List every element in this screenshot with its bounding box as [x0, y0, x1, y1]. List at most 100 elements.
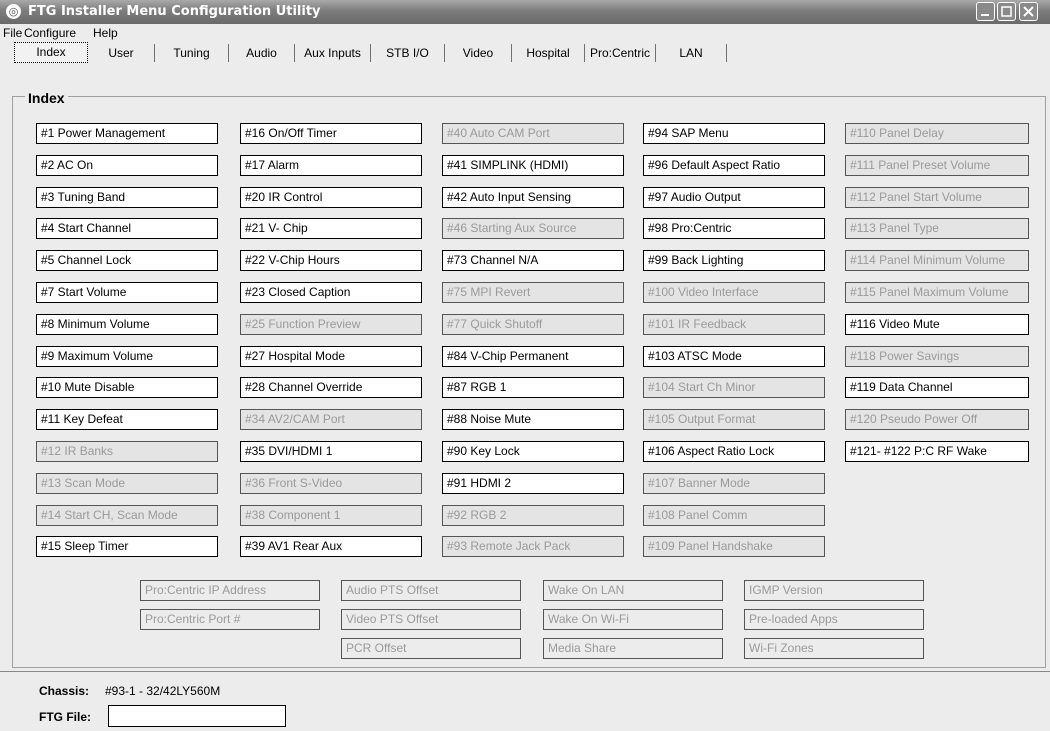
- chassis-label: Chassis:: [39, 684, 90, 698]
- index-item-button[interactable]: #106 Aspect Ratio Lock: [643, 441, 825, 462]
- tab-hospital[interactable]: Hospital: [512, 44, 585, 62]
- index-item-button[interactable]: #5 Channel Lock: [36, 250, 218, 271]
- index-item-button[interactable]: #103 ATSC Mode: [643, 346, 825, 367]
- extra-setting-button[interactable]: Pro:Centric IP Address: [140, 580, 320, 601]
- index-item-button[interactable]: #94 SAP Menu: [643, 123, 825, 144]
- index-item-button[interactable]: #27 Hospital Mode: [240, 346, 422, 367]
- index-item-button[interactable]: #9 Maximum Volume: [36, 346, 218, 367]
- index-item-button[interactable]: #41 SIMPLINK (HDMI): [442, 155, 624, 176]
- tab-audio[interactable]: Audio: [229, 44, 295, 62]
- index-item-button[interactable]: #108 Panel Comm: [643, 505, 825, 526]
- index-item-button[interactable]: #12 IR Banks: [36, 441, 218, 462]
- index-item-button[interactable]: #110 Panel Delay: [845, 123, 1029, 144]
- index-item-button[interactable]: #46 Starting Aux Source: [442, 218, 624, 239]
- tab-pro-centric[interactable]: Pro:Centric: [585, 44, 656, 62]
- index-item-button[interactable]: #91 HDMI 2: [442, 473, 624, 494]
- index-item-button[interactable]: #118 Power Savings: [845, 346, 1029, 367]
- index-item-button[interactable]: #92 RGB 2: [442, 505, 624, 526]
- index-item-button[interactable]: #105 Output Format: [643, 409, 825, 430]
- index-item-button[interactable]: #100 Video Interface: [643, 282, 825, 303]
- index-item-button[interactable]: #8 Minimum Volume: [36, 314, 218, 335]
- ftg-file-field[interactable]: [108, 705, 286, 727]
- index-item-button[interactable]: #42 Auto Input Sensing: [442, 187, 624, 208]
- maximize-button[interactable]: [997, 2, 1016, 21]
- index-item-button[interactable]: #120 Pseudo Power Off: [845, 409, 1029, 430]
- index-item-button[interactable]: #25 Function Preview: [240, 314, 422, 335]
- extra-setting-button[interactable]: Video PTS Offset: [341, 609, 521, 630]
- extra-setting-button[interactable]: Wi-Fi Zones: [744, 638, 924, 659]
- index-item-button[interactable]: #10 Mute Disable: [36, 377, 218, 398]
- extra-setting-button[interactable]: PCR Offset: [341, 638, 521, 659]
- index-item-button[interactable]: #111 Panel Preset Volume: [845, 155, 1029, 176]
- extra-setting-button[interactable]: Pre-loaded Apps: [744, 609, 924, 630]
- index-item-button[interactable]: #115 Panel Maximum Volume: [845, 282, 1029, 303]
- index-item-button[interactable]: #40 Auto CAM Port: [442, 123, 624, 144]
- index-item-button[interactable]: #28 Channel Override: [240, 377, 422, 398]
- index-item-button[interactable]: #16 On/Off Timer: [240, 123, 422, 144]
- index-item-button[interactable]: #23 Closed Caption: [240, 282, 422, 303]
- menu-configure[interactable]: Configure: [24, 26, 76, 40]
- index-item-button[interactable]: #88 Noise Mute: [442, 409, 624, 430]
- index-item-button[interactable]: #38 Component 1: [240, 505, 422, 526]
- tab-tuning[interactable]: Tuning: [155, 44, 229, 62]
- index-item-button[interactable]: #1 Power Management: [36, 123, 218, 144]
- index-item-button[interactable]: #73 Channel N/A: [442, 250, 624, 271]
- index-item-button[interactable]: #96 Default Aspect Ratio: [643, 155, 825, 176]
- extra-setting-button[interactable]: Wake On LAN: [543, 580, 723, 601]
- index-item-button[interactable]: #7 Start Volume: [36, 282, 218, 303]
- menu-help[interactable]: Help: [93, 26, 118, 40]
- index-item-button[interactable]: #109 Panel Handshake: [643, 536, 825, 557]
- minimize-button[interactable]: [976, 2, 995, 21]
- index-item-button[interactable]: #34 AV2/CAM Port: [240, 409, 422, 430]
- index-item-button[interactable]: #98 Pro:Centric: [643, 218, 825, 239]
- index-item-button[interactable]: #112 Panel Start Volume: [845, 187, 1029, 208]
- extra-setting-button[interactable]: Wake On Wi-Fi: [543, 609, 723, 630]
- index-item-button[interactable]: #2 AC On: [36, 155, 218, 176]
- tab-aux-inputs[interactable]: Aux Inputs: [295, 44, 371, 62]
- index-item-button[interactable]: #104 Start Ch Minor: [643, 377, 825, 398]
- index-item-button[interactable]: #39 AV1 Rear Aux: [240, 536, 422, 557]
- index-item-button[interactable]: #22 V-Chip Hours: [240, 250, 422, 271]
- index-item-button[interactable]: #20 IR Control: [240, 187, 422, 208]
- index-item-button[interactable]: #15 Sleep Timer: [36, 536, 218, 557]
- close-button[interactable]: [1019, 2, 1038, 21]
- extra-setting-button[interactable]: IGMP Version: [744, 580, 924, 601]
- index-item-button[interactable]: #101 IR Feedback: [643, 314, 825, 335]
- index-item-button[interactable]: #84 V-Chip Permanent: [442, 346, 624, 367]
- index-item-button[interactable]: #77 Quick Shutoff: [442, 314, 624, 335]
- tab-index[interactable]: Index: [14, 42, 88, 63]
- index-item-button[interactable]: #36 Front S-Video: [240, 473, 422, 494]
- index-item-button[interactable]: #35 DVI/HDMI 1: [240, 441, 422, 462]
- app-window: ◎ FTG Installer Menu Configuration Utili…: [0, 0, 1050, 731]
- extra-setting-button[interactable]: Media Share: [543, 638, 723, 659]
- tab-user[interactable]: User: [88, 44, 155, 62]
- index-item-button[interactable]: #99 Back Lighting: [643, 250, 825, 271]
- index-item-button[interactable]: #13 Scan Mode: [36, 473, 218, 494]
- index-item-button[interactable]: #113 Panel Type: [845, 218, 1029, 239]
- index-item-button[interactable]: #119 Data Channel: [845, 377, 1029, 398]
- index-item-button[interactable]: #87 RGB 1: [442, 377, 624, 398]
- tab-lan[interactable]: LAN: [656, 44, 727, 62]
- index-item-button[interactable]: #4 Start Channel: [36, 218, 218, 239]
- tab-stb-io[interactable]: STB I/O: [371, 44, 445, 62]
- index-item-button[interactable]: #121- #122 P:C RF Wake: [845, 441, 1029, 462]
- index-item-button[interactable]: #97 Audio Output: [643, 187, 825, 208]
- tab-video[interactable]: Video: [445, 44, 512, 62]
- index-item-button[interactable]: #90 Key Lock: [442, 441, 624, 462]
- maximize-icon: [1001, 6, 1012, 17]
- index-item-button[interactable]: #93 Remote Jack Pack: [442, 536, 624, 557]
- index-item-button[interactable]: #14 Start CH, Scan Mode: [36, 505, 218, 526]
- menu-file[interactable]: File: [3, 26, 22, 40]
- app-icon: ◎: [6, 4, 21, 19]
- extra-setting-button[interactable]: Pro:Centric Port #: [140, 609, 320, 630]
- index-item-button[interactable]: #75 MPI Revert: [442, 282, 624, 303]
- index-item-button[interactable]: #107 Banner Mode: [643, 473, 825, 494]
- chassis-value: #93-1 - 32/42LY560M: [105, 684, 221, 698]
- index-item-button[interactable]: #11 Key Defeat: [36, 409, 218, 430]
- index-item-button[interactable]: #17 Alarm: [240, 155, 422, 176]
- index-item-button[interactable]: #114 Panel Minimum Volume: [845, 250, 1029, 271]
- index-item-button[interactable]: #21 V- Chip: [240, 218, 422, 239]
- extra-setting-button[interactable]: Audio PTS Offset: [341, 580, 521, 601]
- index-item-button[interactable]: #116 Video Mute: [845, 314, 1029, 335]
- index-item-button[interactable]: #3 Tuning Band: [36, 187, 218, 208]
